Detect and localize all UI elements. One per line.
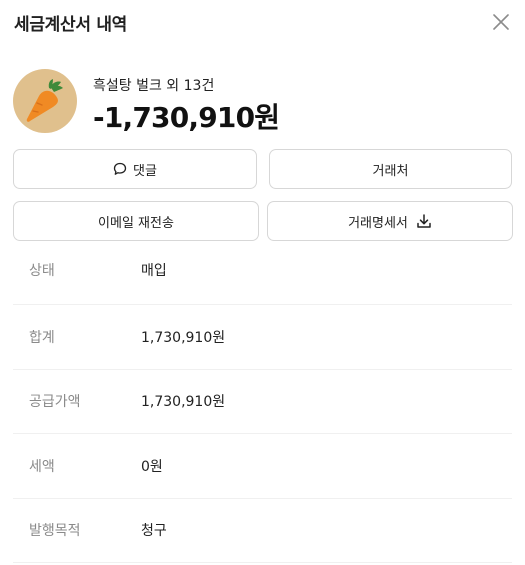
comment-button-label: 댓글 [133, 163, 157, 179]
detail-row-purpose: 발행목적 청구 [13, 499, 512, 563]
detail-row-total: 합계 1,730,910원 [13, 305, 512, 370]
detail-row-tax: 세액 0원 [13, 434, 512, 499]
close-icon[interactable] [491, 12, 511, 32]
detail-row-status: 상태 매입 [13, 241, 512, 305]
detail-row-supply-amount: 공급가액 1,730,910원 [13, 370, 512, 434]
detail-value: 1,730,910원 [141, 329, 226, 346]
detail-value: 1,730,910원 [141, 394, 226, 411]
detail-value: 청구 [141, 523, 167, 540]
resend-email-button[interactable]: 이메일 재전송 [13, 201, 259, 241]
avatar [13, 69, 77, 133]
carrot-icon [26, 79, 63, 122]
statement-button-label: 거래명세서 [348, 215, 408, 231]
detail-label: 발행목적 [29, 523, 81, 540]
invoice-details: 상태 매입 합계 1,730,910원 공급가액 1,730,910원 세액 0… [13, 241, 512, 563]
resend-email-button-label: 이메일 재전송 [98, 215, 174, 231]
header: 세금계산서 내역 [14, 10, 511, 36]
page-title: 세금계산서 내역 [14, 15, 127, 35]
client-button[interactable]: 거래처 [269, 149, 512, 189]
detail-label: 공급가액 [29, 394, 81, 411]
download-icon [416, 213, 432, 229]
comment-button[interactable]: 댓글 [13, 149, 257, 189]
detail-label: 세액 [29, 458, 55, 475]
detail-value: 매입 [141, 263, 167, 279]
statement-download-button[interactable]: 거래명세서 [267, 201, 513, 241]
speech-bubble-icon [113, 162, 127, 176]
client-button-label: 거래처 [372, 163, 409, 179]
invoice-summary: 흑설탕 벌크 외 13건 -1,730,910원 [13, 69, 511, 134]
detail-value: 0원 [141, 458, 163, 475]
total-amount: -1,730,910원 [93, 101, 280, 134]
detail-label: 합계 [29, 329, 55, 346]
detail-label: 상태 [29, 263, 55, 279]
item-name: 흑설탕 벌크 외 13건 [93, 78, 215, 94]
